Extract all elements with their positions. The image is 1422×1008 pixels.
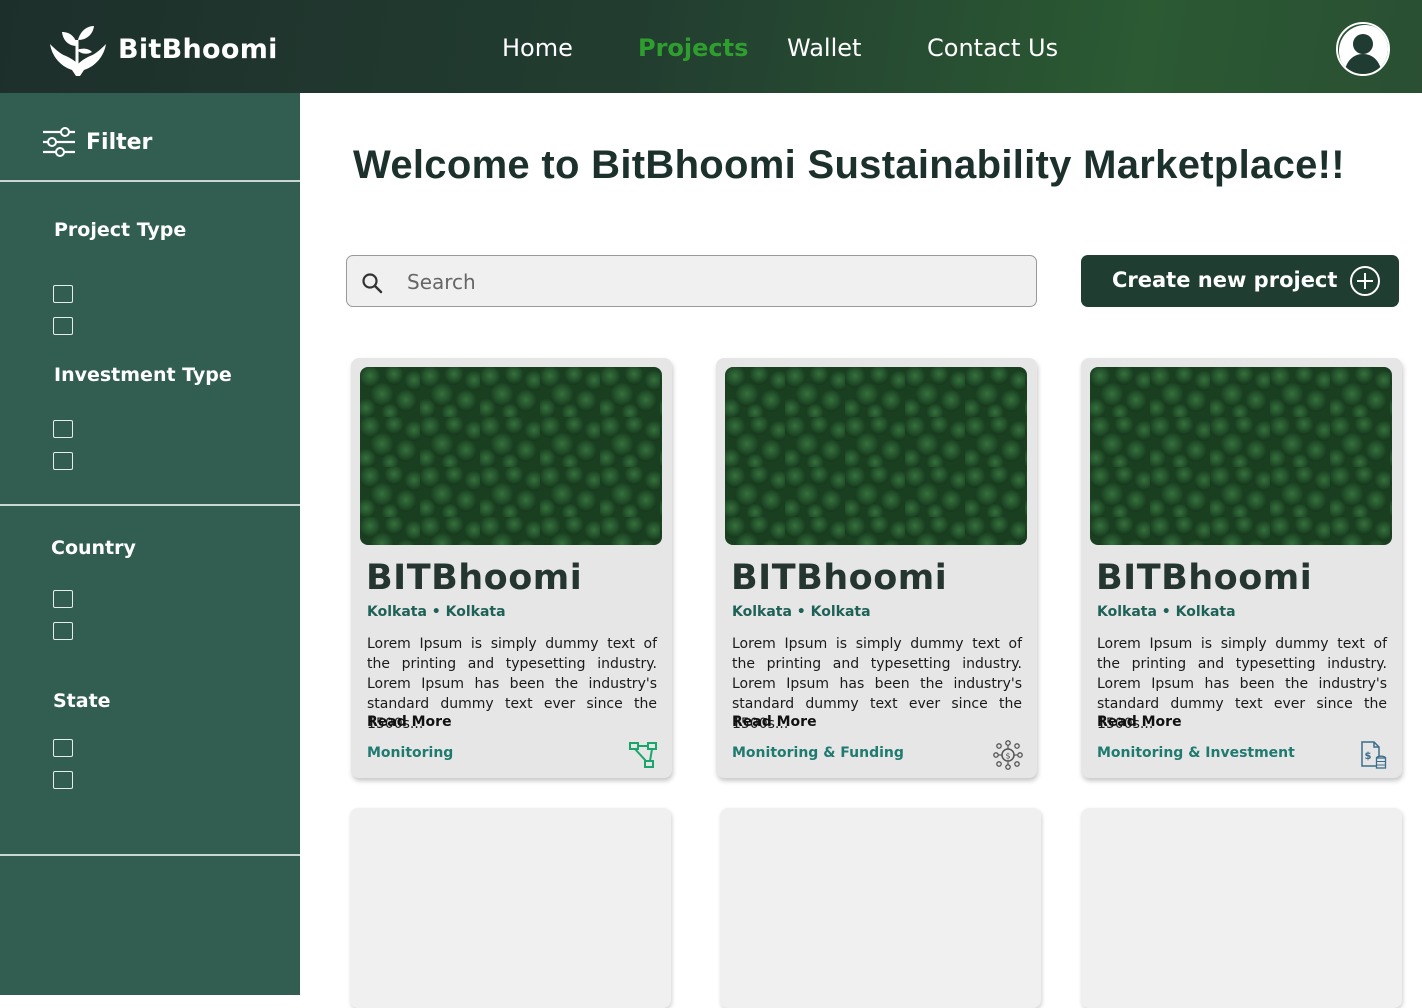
search-input[interactable] [407,266,1007,298]
nav-contact-us[interactable]: Contact Us [927,34,1058,62]
svg-text:$: $ [1005,752,1010,761]
user-avatar-icon [1339,25,1388,74]
project-location: Kolkata • Kolkata [1097,604,1236,620]
top-nav-bar: BitBhoomi Home Projects Wallet Contact U… [0,0,1422,93]
country-checkbox-2[interactable] [53,622,73,640]
project-title: BITBhoomi [366,558,583,598]
plus-circle-icon [1350,266,1380,296]
filter-group-project-type: Project Type [54,219,187,241]
project-card[interactable]: BITBhoomi Kolkata • Kolkata Lorem Ipsum … [351,358,672,778]
search-bar[interactable] [346,255,1037,307]
country-checkbox-1[interactable] [53,590,73,608]
nav-home[interactable]: Home [502,34,573,62]
filter-group-investment-type: Investment Type [54,364,232,386]
project-type-checkbox-1[interactable] [53,285,73,303]
nav-projects[interactable]: Projects [638,34,748,62]
network-nodes-icon [629,742,657,768]
project-card-placeholder [1081,808,1402,1008]
brand-logo[interactable]: BitBhoomi [46,20,278,78]
state-checkbox-1[interactable] [53,739,73,757]
filter-group-country: Country [51,537,136,559]
brand-name: BitBhoomi [118,33,278,65]
nav-wallet[interactable]: Wallet [787,34,861,62]
read-more-link[interactable]: Read More [367,714,452,730]
divider [0,180,300,182]
location-city: Kolkata [1097,604,1157,620]
create-new-project-button[interactable]: Create new project [1081,255,1399,307]
profile-avatar[interactable] [1336,22,1390,76]
project-tag: Monitoring [367,745,454,761]
project-card-placeholder [720,808,1041,1008]
project-image [1090,367,1392,545]
location-city: Kolkata [732,604,792,620]
investment-document-icon: $ [1361,741,1387,769]
project-type-checkbox-2[interactable] [53,317,73,335]
project-card[interactable]: BITBhoomi Kolkata • Kolkata Lorem Ipsum … [716,358,1037,778]
location-city: Kolkata [367,604,427,620]
investment-type-checkbox-2[interactable] [53,452,73,470]
project-title: BITBhoomi [1096,558,1313,598]
filter-sidebar: Filter Project Type Investment Type Coun… [0,93,300,995]
location-state: Kolkata [1175,604,1236,620]
svg-text:$: $ [1365,751,1372,762]
state-checkbox-2[interactable] [53,771,73,789]
create-button-label: Create new project [1112,268,1338,292]
funding-network-icon: $ [993,740,1023,770]
project-location: Kolkata • Kolkata [732,604,871,620]
location-state: Kolkata [445,604,506,620]
project-card[interactable]: BITBhoomi Kolkata • Kolkata Lorem Ipsum … [1081,358,1402,778]
project-tag: Monitoring & Investment [1097,745,1295,761]
project-image [360,367,662,545]
filter-group-state: State [53,690,111,712]
filter-title: Filter [86,129,153,155]
project-image [725,367,1027,545]
read-more-link[interactable]: Read More [732,714,817,730]
investment-type-checkbox-1[interactable] [53,420,73,438]
location-state: Kolkata [810,604,871,620]
sliders-icon [43,127,75,157]
filter-header[interactable]: Filter [42,127,152,157]
project-title: BITBhoomi [731,558,948,598]
project-card-placeholder [350,808,671,1008]
read-more-link[interactable]: Read More [1097,714,1182,730]
project-location: Kolkata • Kolkata [367,604,506,620]
page-title: Welcome to BitBhoomi Sustainability Mark… [353,143,1345,187]
divider [0,504,300,506]
hands-plant-logo-icon [50,26,106,76]
divider [0,854,300,856]
project-tag: Monitoring & Funding [732,745,904,761]
search-icon [362,273,383,294]
